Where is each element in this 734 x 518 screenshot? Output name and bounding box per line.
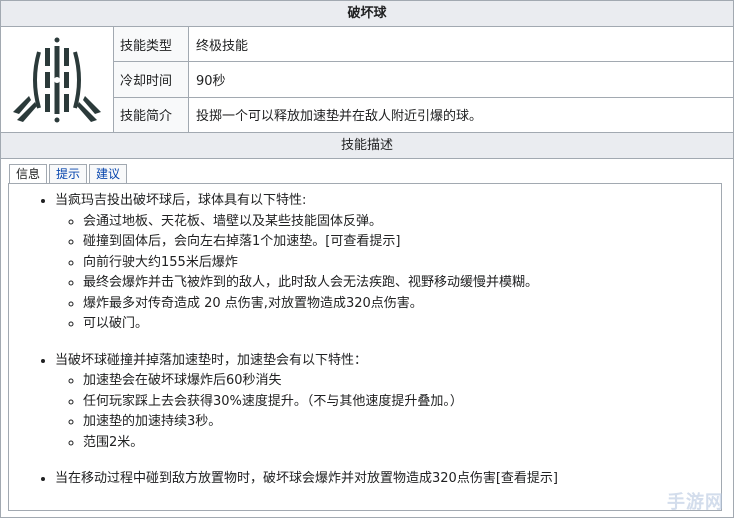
skill-info-row: 技能类型 终极技能 冷却时间 90秒 技能简介 投掷一个可以释放加速垫并在敌人附…: [1, 27, 733, 133]
tab-panel-info: 当疯玛吉投出破坏球后，球体具有以下特性: 会通过地板、天花板、墙壁以及某些技能固…: [8, 183, 722, 511]
list-item: 碰撞到固体后，会向左右掉落1个加速垫。[可查看提示]: [83, 232, 721, 253]
tab-suggestions[interactable]: 建议: [89, 164, 128, 183]
list-item: 向前行驶大约155米后爆炸: [83, 253, 721, 274]
watermark: 手游网: [667, 492, 724, 513]
list-item: 可以破门。: [83, 314, 721, 335]
list-item: 范围2米。: [83, 433, 721, 454]
list-item: 爆炸最多对传奇造成 20 点伤害,对放置物造成320点伤害。: [83, 294, 721, 315]
sub-list: 会通过地板、天花板、墙壁以及某些技能固体反弹。 碰撞到固体后，会向左右掉落1个加…: [55, 212, 721, 335]
list-item: 当疯玛吉投出破坏球后，球体具有以下特性: 会通过地板、天花板、墙壁以及某些技能固…: [55, 191, 721, 335]
description-list: 当疯玛吉投出破坏球后，球体具有以下特性: 会通过地板、天花板、墙壁以及某些技能固…: [9, 191, 721, 490]
section-title: 技能描述: [1, 133, 733, 159]
list-item: 最终会爆炸并击飞被炸到的敌人，此时敌人会无法疾跑、视野移动缓慢并模糊。: [83, 273, 721, 294]
attribute-row-cooldown: 冷却时间 90秒: [114, 62, 733, 98]
wrecking-ball-skill-icon: [13, 37, 101, 122]
list-item: 当破坏球碰撞并掉落加速垫时，加速垫会有以下特性： 加速垫会在破坏球爆炸后60秒消…: [55, 351, 721, 454]
attribute-row-summary: 技能简介 投掷一个可以释放加速垫并在敌人附近引爆的球。: [114, 97, 733, 132]
list-item: 当在移动过程中碰到敌方放置物时，破坏球会爆炸并对放置物造成320点伤害[查看提示…: [55, 469, 721, 490]
attribute-label: 冷却时间: [114, 62, 189, 97]
attribute-row-type: 技能类型 终极技能: [114, 27, 733, 63]
attribute-value: 90秒: [196, 73, 226, 89]
skill-description: 当疯玛吉投出破坏球后，球体具有以下特性: 会通过地板、天花板、墙壁以及某些技能固…: [9, 184, 721, 490]
tab-strip: 信息 提示 建议: [9, 164, 129, 184]
attribute-value: 投掷一个可以释放加速垫并在敌人附近引爆的球。: [196, 109, 483, 125]
sub-list: 加速垫会在破坏球爆炸后60秒消失 任何玩家踩上去会获得30%速度提升。（不与其他…: [55, 371, 721, 453]
attribute-label: 技能类型: [114, 27, 189, 62]
skill-icon-cell: [1, 27, 114, 132]
tabs-area: 信息 提示 建议: [1, 159, 733, 184]
list-item: 加速垫的加速持续3秒。: [83, 412, 721, 433]
attribute-value: 终极技能: [196, 38, 249, 54]
tab-info[interactable]: 信息: [9, 164, 48, 184]
skill-attributes: 技能类型 终极技能 冷却时间 90秒 技能简介 投掷一个可以释放加速垫并在敌人附…: [114, 27, 733, 132]
list-item: 任何玩家踩上去会获得30%速度提升。（不与其他速度提升叠加。）: [83, 392, 721, 413]
list-item: 加速垫会在破坏球爆炸后60秒消失: [83, 371, 721, 392]
group-heading: 当疯玛吉投出破坏球后，球体具有以下特性:: [55, 193, 307, 208]
group-heading: 当破坏球碰撞并掉落加速垫时，加速垫会有以下特性：: [55, 352, 368, 368]
tab-tips[interactable]: 提示: [49, 164, 88, 183]
list-item: 会通过地板、天花板、墙壁以及某些技能固体反弹。: [83, 212, 721, 233]
attribute-label: 技能简介: [114, 97, 189, 132]
skill-title: 破坏球: [1, 1, 733, 27]
